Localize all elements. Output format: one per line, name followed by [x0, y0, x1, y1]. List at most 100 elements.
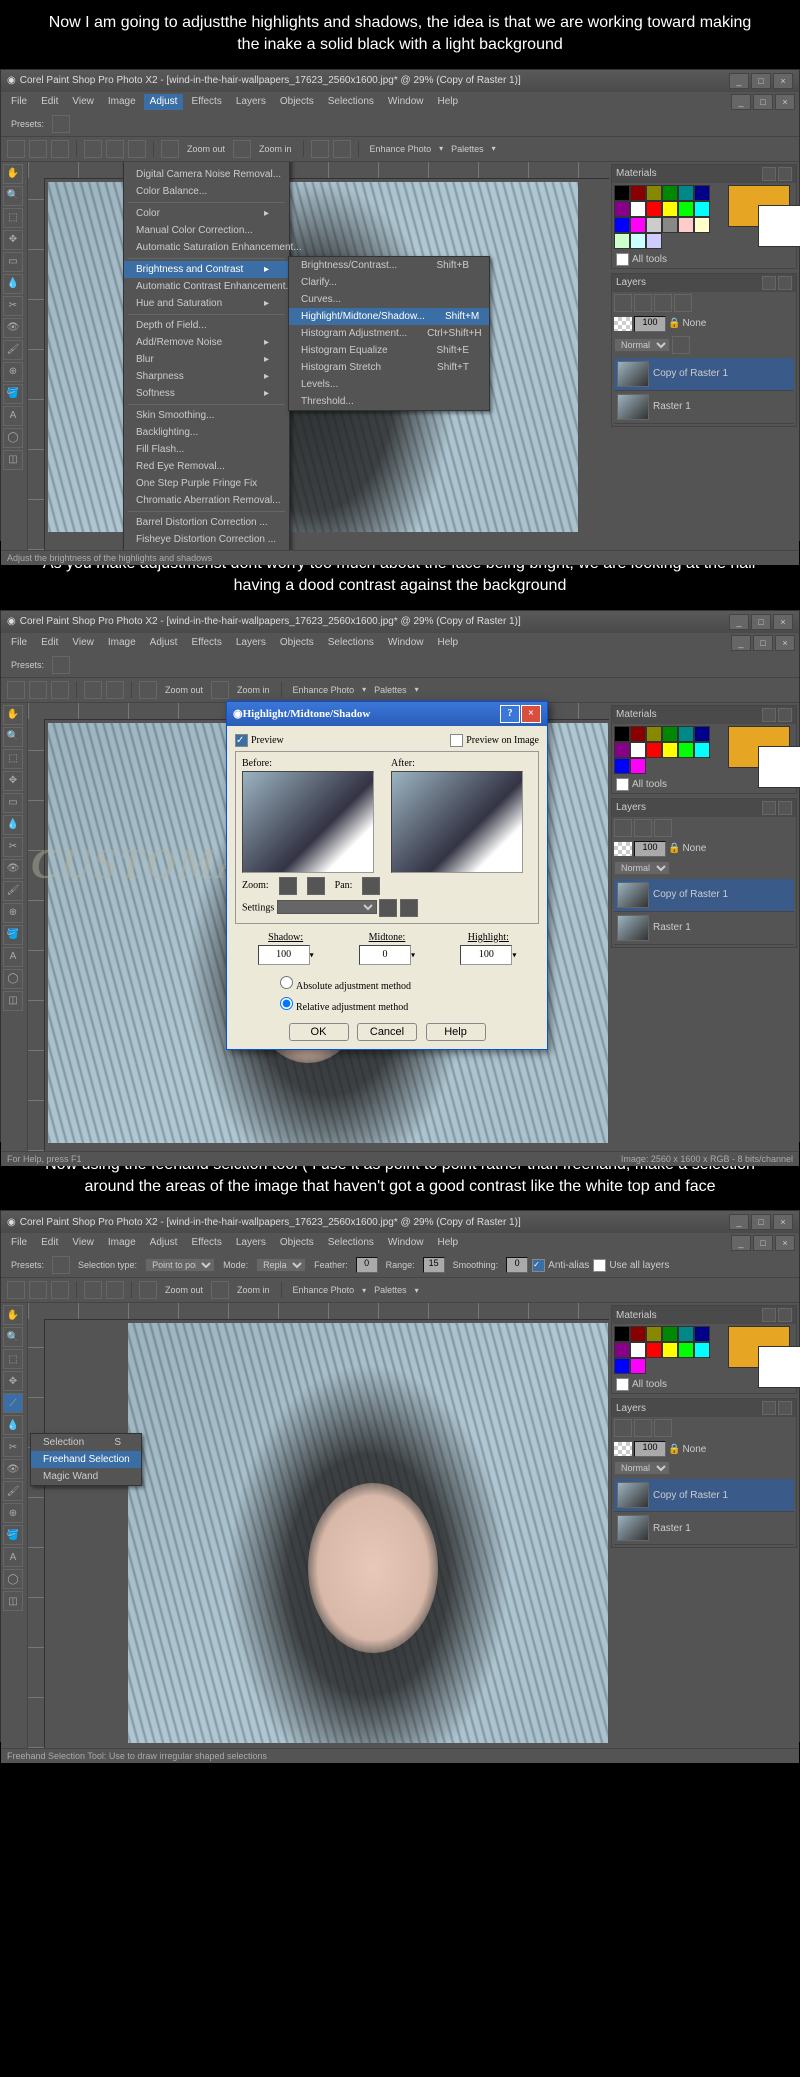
- swatch[interactable]: [630, 185, 646, 201]
- swatch[interactable]: [694, 1326, 710, 1342]
- menu-color[interactable]: Color▸: [124, 205, 289, 222]
- swatch[interactable]: [614, 185, 630, 201]
- new-button[interactable]: [7, 681, 25, 699]
- background-swatch[interactable]: [758, 205, 800, 247]
- settings-save[interactable]: [379, 899, 397, 917]
- shape-tool[interactable]: ◯: [3, 428, 23, 448]
- dellayer-button[interactable]: [634, 1419, 652, 1437]
- menu-fillflash[interactable]: Fill Flash...: [124, 441, 289, 458]
- dropper-tool[interactable]: 💧: [3, 1415, 23, 1435]
- menu-view[interactable]: View: [66, 94, 100, 110]
- panel-min-icon[interactable]: [762, 708, 776, 722]
- zoomout-label[interactable]: Zoom out: [183, 144, 229, 154]
- dellayer-button[interactable]: [634, 819, 652, 837]
- pan-tool[interactable]: ✋: [3, 1305, 23, 1325]
- palettes-label[interactable]: Palettes: [370, 1285, 411, 1295]
- menu-view[interactable]: View: [66, 635, 100, 651]
- layer-row[interactable]: Raster 1: [614, 912, 794, 945]
- freehand-tool[interactable]: ⟋: [3, 1393, 23, 1413]
- close-button[interactable]: ×: [773, 614, 793, 630]
- swatch[interactable]: [646, 185, 662, 201]
- menu-window[interactable]: Window: [382, 94, 430, 110]
- help-button[interactable]: Help: [426, 1023, 486, 1041]
- alllayers-check[interactable]: [593, 1259, 606, 1272]
- swatch[interactable]: [694, 217, 710, 233]
- midtone-input[interactable]: 0: [359, 945, 411, 965]
- zoomin-icon[interactable]: [211, 1281, 229, 1299]
- menu-noise[interactable]: Add/Remove Noise▸: [124, 334, 289, 351]
- menu-barrel[interactable]: Barrel Distortion Correction ...: [124, 514, 289, 531]
- swatch[interactable]: [646, 1326, 662, 1342]
- before-preview[interactable]: [242, 771, 374, 873]
- pick-tool[interactable]: ⬚: [3, 1349, 23, 1369]
- fill-tool[interactable]: 🪣: [3, 925, 23, 945]
- newlayer-button[interactable]: [614, 1419, 632, 1437]
- doc-close-button[interactable]: ×: [775, 635, 795, 651]
- selection-tool[interactable]: ▭: [3, 793, 23, 813]
- redo-button[interactable]: [128, 140, 146, 158]
- blendmode-select[interactable]: Normal: [614, 861, 670, 875]
- cancel-button[interactable]: Cancel: [357, 1023, 417, 1041]
- shadow-input[interactable]: 100: [258, 945, 310, 965]
- zoomout-icon[interactable]: [139, 681, 157, 699]
- menu-image[interactable]: Image: [102, 94, 142, 110]
- dellayer-button[interactable]: [634, 294, 652, 312]
- swatch[interactable]: [646, 201, 662, 217]
- swatch[interactable]: [614, 1358, 630, 1374]
- selection-tool[interactable]: ▭: [3, 252, 23, 272]
- eye-icon[interactable]: [614, 842, 632, 856]
- swatch[interactable]: [630, 1342, 646, 1358]
- maximize-button[interactable]: □: [751, 614, 771, 630]
- redo-button[interactable]: [106, 681, 124, 699]
- flyout-freehand[interactable]: Freehand Selection: [31, 1451, 141, 1468]
- close-button[interactable]: ×: [773, 73, 793, 89]
- swatch[interactable]: [646, 217, 662, 233]
- open-button[interactable]: [29, 140, 47, 158]
- menu-chrom[interactable]: Chromatic Aberration Removal...: [124, 492, 289, 509]
- range-input[interactable]: 15: [423, 1257, 445, 1273]
- swatch[interactable]: [614, 1326, 630, 1342]
- panel-close-icon[interactable]: [778, 167, 792, 181]
- brush-tool[interactable]: 🖌: [3, 1481, 23, 1501]
- swatch[interactable]: [694, 201, 710, 217]
- preset-button[interactable]: [52, 115, 70, 133]
- swatch[interactable]: [694, 726, 710, 742]
- alltools-check[interactable]: [616, 253, 629, 266]
- enhance-label[interactable]: Enhance Photo: [289, 685, 359, 695]
- menu-adjust[interactable]: Adjust: [144, 94, 184, 110]
- zoomout-icon[interactable]: [139, 1281, 157, 1299]
- duplayer-button[interactable]: [654, 1419, 672, 1437]
- menu-purple[interactable]: One Step Purple Fringe Fix: [124, 475, 289, 492]
- brush-tool[interactable]: 🖌: [3, 881, 23, 901]
- swatch[interactable]: [662, 201, 678, 217]
- menu-pincushion[interactable]: Pincushion Distortion Correction ...: [124, 548, 289, 550]
- clone-tool[interactable]: ⊕: [3, 362, 23, 382]
- panel-close-icon[interactable]: [778, 276, 792, 290]
- menu-help[interactable]: Help: [431, 1235, 464, 1251]
- menu-dcnoise[interactable]: Digital Camera Noise Removal...: [124, 166, 289, 183]
- menu-soft[interactable]: Softness▸: [124, 385, 289, 402]
- swatch[interactable]: [630, 726, 646, 742]
- sub-curves[interactable]: Curves...: [289, 291, 489, 308]
- swatch[interactable]: [694, 185, 710, 201]
- panel-close-icon[interactable]: [778, 708, 792, 722]
- menu-objects[interactable]: Objects: [274, 94, 320, 110]
- dialog-titlebar[interactable]: ◉ Highlight/Midtone/Shadow ?×: [227, 702, 547, 726]
- doc-maximize-button[interactable]: □: [753, 1235, 773, 1251]
- zoomin-button[interactable]: [279, 877, 297, 895]
- menu-selections[interactable]: Selections: [322, 94, 380, 110]
- zoom-tool[interactable]: 🔍: [3, 186, 23, 206]
- menu-sharp[interactable]: Sharpness▸: [124, 368, 289, 385]
- duplayer-button[interactable]: [654, 819, 672, 837]
- settings-select[interactable]: [277, 900, 377, 914]
- blendmode-select[interactable]: Normal: [614, 1461, 670, 1475]
- redeye-tool[interactable]: 👁: [3, 318, 23, 338]
- swatch[interactable]: [662, 1342, 678, 1358]
- opacity-input[interactable]: 100: [634, 841, 666, 857]
- zoomin-icon[interactable]: [211, 681, 229, 699]
- panel-close-icon[interactable]: [778, 1401, 792, 1415]
- actual-button[interactable]: [333, 140, 351, 158]
- doc-close-button[interactable]: ×: [775, 1235, 795, 1251]
- highlight-input[interactable]: 100: [460, 945, 512, 965]
- maximize-button[interactable]: □: [751, 73, 771, 89]
